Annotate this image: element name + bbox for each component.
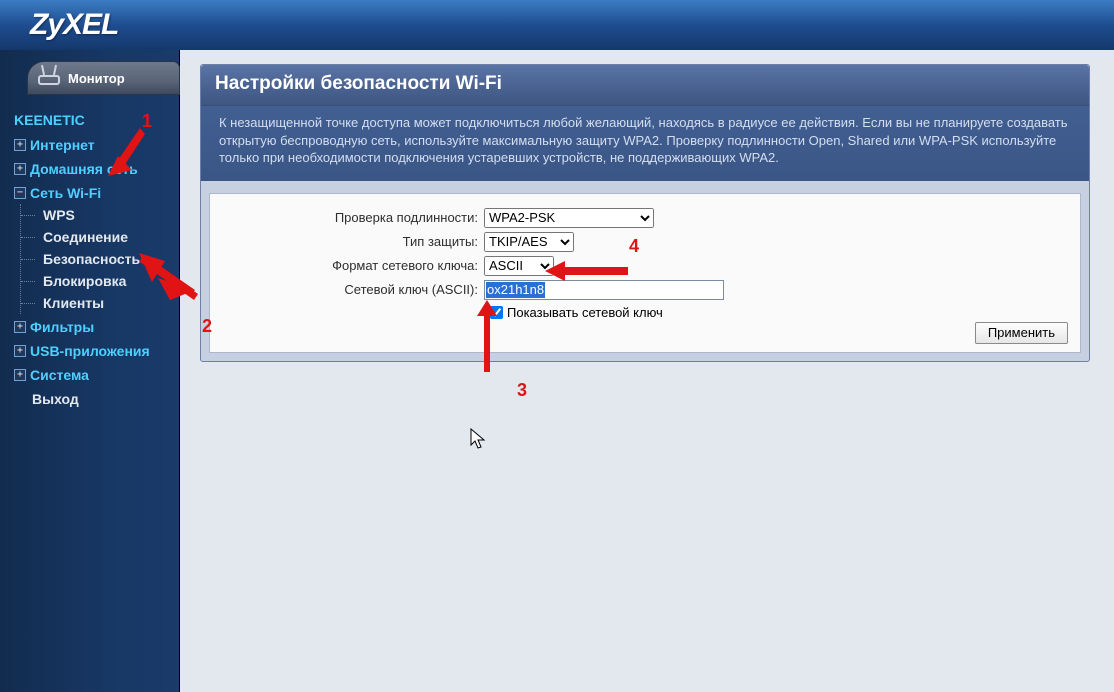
nav-wifi-security[interactable]: Безопасность [21, 248, 179, 270]
sidebar: Монитор KEENETIC + Интернет + Домашняя с… [0, 50, 180, 692]
expand-icon: + [14, 369, 26, 381]
apply-button[interactable]: Применить [975, 322, 1068, 344]
show-key-checkbox[interactable] [490, 306, 503, 319]
nav-home-network[interactable]: + Домашняя сеть [14, 158, 179, 180]
nav-wifi[interactable]: − Сеть Wi-Fi [14, 182, 179, 204]
collapse-icon: − [14, 187, 26, 199]
nav-usb-apps[interactable]: + USB-приложения [14, 340, 179, 362]
nav-filters[interactable]: + Фильтры [14, 316, 179, 338]
cipher-label: Тип защиты: [224, 234, 484, 249]
settings-panel: Настройки безопасности Wi-Fi К незащищен… [200, 64, 1090, 362]
expand-icon: + [14, 345, 26, 357]
nav-system[interactable]: + Система [14, 364, 179, 386]
panel-title: Настройки безопасности Wi-Fi [215, 73, 1075, 95]
router-icon [38, 71, 60, 85]
nav-wifi-clients[interactable]: Клиенты [21, 292, 179, 314]
expand-icon: + [14, 139, 26, 151]
nav-wifi-connection[interactable]: Соединение [21, 226, 179, 248]
monitor-tab[interactable]: Монитор [28, 62, 179, 94]
expand-icon: + [14, 321, 26, 333]
panel-description: К незащищенной точке доступа может подкл… [201, 106, 1089, 181]
auth-label: Проверка подлинности: [224, 210, 484, 225]
brand-logo: ZyXEL [30, 8, 118, 42]
nav-exit[interactable]: Выход [14, 388, 179, 410]
cursor-icon [470, 428, 488, 452]
monitor-label: Монитор [68, 71, 125, 86]
auth-select[interactable]: WPA2-PSK [484, 208, 654, 228]
key-label: Сетевой ключ (ASCII): [224, 282, 484, 297]
show-key-label: Показывать сетевой ключ [507, 305, 663, 320]
content: Настройки безопасности Wi-Fi К незащищен… [180, 50, 1114, 692]
cipher-select[interactable]: TKIP/AES [484, 232, 574, 252]
expand-icon: + [14, 163, 26, 175]
device-name: KEENETIC [14, 110, 179, 134]
nav-wifi-wps[interactable]: WPS [21, 204, 179, 226]
nav-internet[interactable]: + Интернет [14, 134, 179, 156]
header: ZyXEL [0, 0, 1114, 50]
form-box: Проверка подлинности: WPA2-PSK Тип защит… [209, 193, 1081, 353]
network-key-input[interactable] [484, 280, 724, 300]
keyfmt-label: Формат сетевого ключа: [224, 258, 484, 273]
keyfmt-select[interactable]: ASCII [484, 256, 554, 276]
nav-wifi-blocking[interactable]: Блокировка [21, 270, 179, 292]
